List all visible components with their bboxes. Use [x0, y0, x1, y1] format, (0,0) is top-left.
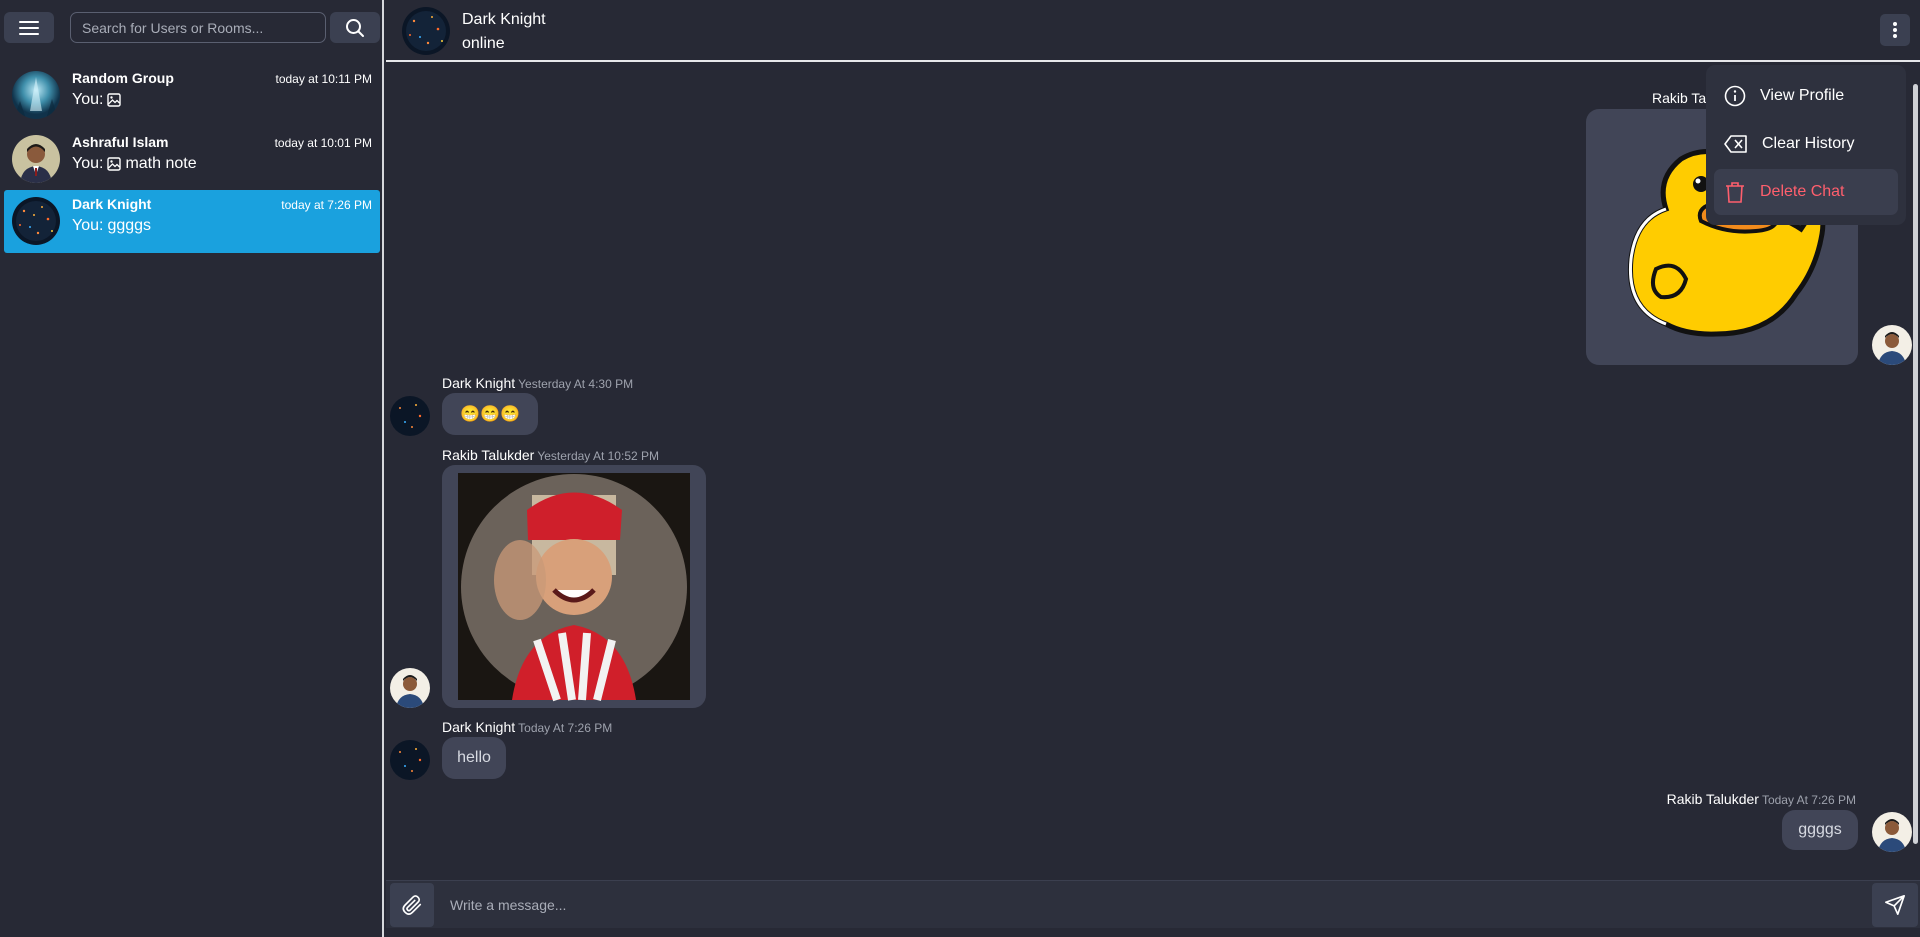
- trash-icon: [1726, 182, 1744, 203]
- send-icon: [1885, 895, 1905, 915]
- sender-avatar: [390, 668, 430, 708]
- message-time: Yesterday At 10:52 PM: [537, 449, 659, 463]
- message-composer: [386, 880, 1920, 929]
- sender-name: Rakib Talukder: [442, 447, 535, 463]
- sender-avatar: [390, 740, 430, 780]
- text-message[interactable]: hello: [442, 737, 506, 779]
- search-icon: [346, 18, 364, 37]
- chat-header: Dark Knight online: [386, 0, 1920, 62]
- info-icon: [1724, 85, 1746, 107]
- avatar: [12, 71, 60, 119]
- header-avatar[interactable]: [402, 7, 450, 55]
- message-sender: Rakib Talukder Yesterday At 10:52 PM: [442, 447, 659, 463]
- menu-item-label: Clear History: [1762, 135, 1855, 152]
- chat-preview: You: math note: [72, 155, 197, 173]
- message-time: Today At 7:26 PM: [518, 721, 613, 735]
- sender-avatar: [1872, 325, 1912, 365]
- paperclip-icon: [402, 895, 422, 915]
- chat-app: Random Group today at 10:11 PM You: Ashr…: [0, 0, 1920, 937]
- chat-name: Dark Knight: [72, 196, 152, 212]
- preview-prefix: You:: [72, 217, 104, 234]
- backspace-icon: [1724, 135, 1747, 153]
- more-options-button[interactable]: [1880, 14, 1910, 46]
- text-message[interactable]: 😁😁😁: [442, 393, 538, 435]
- chat-panel: Dark Knight online Rakib Ta Dark Knight Y…: [386, 0, 1920, 937]
- message-input[interactable]: [436, 881, 1866, 929]
- header-title: Dark Knight: [462, 11, 546, 28]
- menu-item-label: View Profile: [1760, 87, 1845, 104]
- image-icon: [107, 157, 122, 171]
- chat-item-dark-knight[interactable]: Dark Knight today at 7:26 PM You: ggggs: [4, 190, 380, 253]
- preview-prefix: You:: [72, 155, 104, 172]
- search-button[interactable]: [330, 12, 380, 43]
- chat-item-random-group[interactable]: Random Group today at 10:11 PM You:: [4, 64, 380, 127]
- photo: [458, 473, 690, 702]
- preview-prefix: You:: [72, 91, 104, 108]
- image-message[interactable]: [442, 465, 706, 708]
- menu-button[interactable]: [4, 12, 54, 43]
- sender-name: Rakib Talukder: [1666, 791, 1759, 807]
- chat-time: today at 10:11 PM: [275, 72, 372, 86]
- search-input[interactable]: [70, 12, 326, 43]
- header-status: online: [462, 35, 505, 52]
- chat-preview: You: ggggs: [72, 217, 151, 235]
- avatar: [12, 197, 60, 245]
- text-message[interactable]: ggggs: [1782, 810, 1858, 850]
- preview-text: math note: [125, 155, 197, 172]
- chat-time: today at 10:01 PM: [274, 136, 372, 150]
- sidebar-toolbar: [0, 0, 382, 56]
- message-time: Today At 7:26 PM: [1761, 793, 1856, 807]
- sender-avatar: [1872, 812, 1912, 852]
- sidebar: Random Group today at 10:11 PM You: Ashr…: [0, 0, 384, 937]
- chat-options-menu: View Profile Clear History Delete Chat: [1706, 65, 1906, 225]
- image-icon: [107, 93, 122, 107]
- chat-name: Ashraful Islam: [72, 134, 169, 150]
- sender-name: Dark Knight: [442, 375, 516, 391]
- message-sender: Dark Knight Today At 7:26 PM: [442, 719, 612, 735]
- sender-avatar: [390, 396, 430, 436]
- chat-name: Random Group: [72, 70, 174, 86]
- avatar: [12, 135, 60, 183]
- message-sender: Rakib Ta: [1652, 90, 1707, 106]
- message-time: Yesterday At 4:30 PM: [518, 377, 634, 391]
- attach-button[interactable]: [390, 883, 434, 927]
- menu-item-label: Delete Chat: [1760, 183, 1845, 200]
- send-button[interactable]: [1872, 883, 1918, 927]
- chat-preview: You:: [72, 91, 125, 109]
- kebab-icon: [1893, 22, 1897, 38]
- menu-item-delete-chat[interactable]: Delete Chat: [1714, 169, 1898, 215]
- menu-item-view-profile[interactable]: View Profile: [1714, 73, 1898, 119]
- chat-item-ashraful-islam[interactable]: Ashraful Islam today at 10:01 PM You: ma…: [4, 128, 380, 191]
- preview-text: ggggs: [107, 217, 152, 234]
- sender-name: Dark Knight: [442, 719, 516, 735]
- messages-scrollbar[interactable]: [1913, 84, 1918, 844]
- message-sender: Rakib Talukder Today At 7:26 PM: [1446, 791, 1856, 807]
- hamburger-icon: [19, 20, 39, 35]
- chat-time: today at 7:26 PM: [281, 198, 372, 212]
- menu-item-clear-history[interactable]: Clear History: [1714, 121, 1898, 167]
- message-sender: Dark Knight Yesterday At 4:30 PM: [442, 375, 633, 391]
